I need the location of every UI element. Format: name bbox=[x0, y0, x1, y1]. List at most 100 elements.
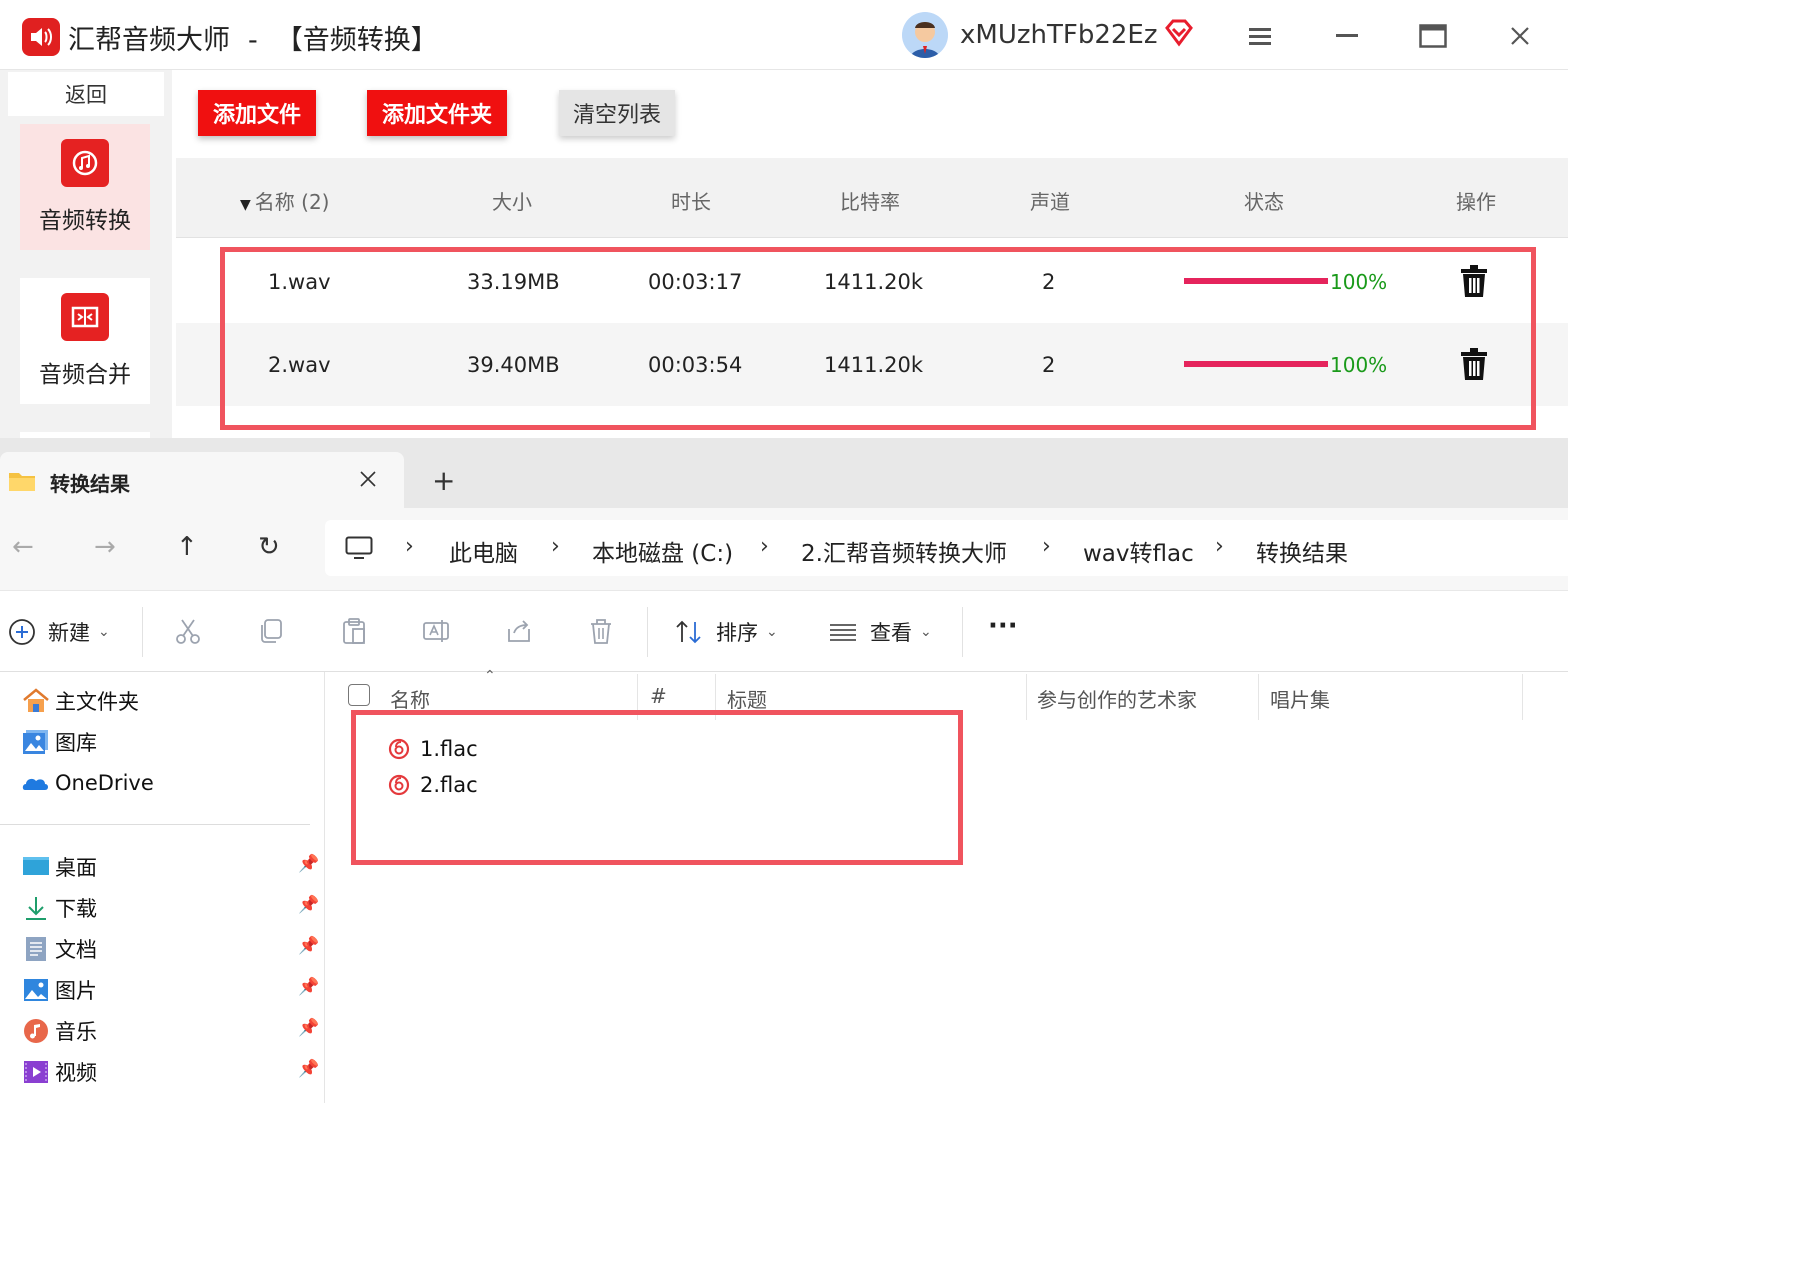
plus-circle-icon bbox=[9, 619, 35, 645]
pin-icon[interactable]: 📌 bbox=[298, 1059, 319, 1079]
share-icon[interactable] bbox=[505, 617, 533, 645]
nav-item-downloads[interactable]: 下载 bbox=[22, 893, 97, 923]
nav-item-home[interactable]: 主文件夹 bbox=[22, 686, 139, 716]
column-number-header[interactable]: # bbox=[650, 684, 667, 708]
pin-icon[interactable]: 📌 bbox=[298, 895, 319, 915]
sidebar: 返回 音频转换 音频合并 bbox=[0, 70, 172, 440]
clear-list-button[interactable]: 清空列表 bbox=[559, 90, 675, 136]
column-divider[interactable] bbox=[1026, 674, 1027, 720]
audio-merge-icon bbox=[61, 293, 109, 341]
column-title-header[interactable]: 标题 bbox=[727, 684, 767, 713]
minimize-icon[interactable] bbox=[1327, 20, 1367, 52]
view-button[interactable]: 查看 ⌄ bbox=[828, 617, 932, 647]
refresh-icon[interactable]: ↻ bbox=[258, 532, 280, 562]
nav-item-pictures[interactable]: 图片 bbox=[22, 975, 97, 1005]
back-button[interactable]: 返回 bbox=[8, 72, 164, 116]
breadcrumb-item[interactable]: 本地磁盘 (C:) bbox=[592, 534, 733, 568]
nav-label: OneDrive bbox=[55, 771, 154, 795]
breadcrumb-item[interactable]: wav转flac bbox=[1083, 534, 1194, 568]
column-artists-header[interactable]: 参与创作的艺术家 bbox=[1037, 684, 1197, 713]
divider bbox=[647, 607, 648, 657]
menu-icon[interactable] bbox=[1240, 20, 1280, 52]
music-icon bbox=[24, 1019, 48, 1043]
select-all-checkbox[interactable] bbox=[348, 684, 370, 706]
app-name: 汇帮音频大师 bbox=[68, 25, 230, 56]
new-button[interactable]: 新建 ⌄ bbox=[8, 617, 110, 647]
tab-bar: 转换结果 + bbox=[0, 438, 1568, 508]
nav-item-videos[interactable]: 视频 bbox=[22, 1057, 97, 1087]
close-icon[interactable] bbox=[1500, 20, 1540, 52]
column-name-header[interactable]: 名称 bbox=[390, 684, 430, 713]
pin-icon[interactable]: 📌 bbox=[298, 936, 319, 956]
column-album-header[interactable]: 唱片集 bbox=[1270, 684, 1330, 713]
column-divider[interactable] bbox=[1258, 674, 1259, 720]
divider bbox=[962, 607, 963, 657]
nav-item-gallery[interactable]: 图库 bbox=[22, 727, 97, 757]
onedrive-icon bbox=[22, 778, 48, 790]
up-arrow-icon[interactable]: ↑ bbox=[176, 532, 198, 562]
chevron-right-icon: › bbox=[405, 534, 414, 559]
download-icon bbox=[26, 897, 46, 920]
add-folder-button[interactable]: 添加文件夹 bbox=[367, 90, 507, 136]
title-separator: - bbox=[248, 25, 258, 56]
column-name-header[interactable]: ▼ 名称 (2) bbox=[240, 186, 329, 215]
sort-down-icon: ▼ bbox=[240, 197, 251, 213]
breadcrumb-item[interactable]: 2.汇帮音频转换大师 bbox=[801, 534, 1007, 568]
chevron-right-icon: › bbox=[760, 534, 769, 559]
nav-item-desktop[interactable]: 桌面 bbox=[22, 852, 97, 882]
navigation-bar: ← → ↑ ↻ › 此电脑 › 本地磁盘 (C:) › 2.汇帮音频转换大师 ›… bbox=[0, 508, 1568, 590]
column-divider[interactable] bbox=[1522, 674, 1523, 720]
new-label: 新建 bbox=[48, 621, 90, 645]
page-name: 【音频转换】 bbox=[275, 25, 438, 56]
chevron-down-icon: ⌄ bbox=[766, 624, 778, 640]
avatar[interactable] bbox=[902, 12, 948, 58]
username[interactable]: xMUzhTFb22Ez bbox=[960, 20, 1157, 50]
pictures-icon bbox=[24, 979, 48, 1001]
cut-icon[interactable] bbox=[174, 617, 202, 645]
tab-title: 转换结果 bbox=[50, 472, 130, 496]
breadcrumb-item[interactable]: 转换结果 bbox=[1256, 534, 1348, 568]
pin-icon[interactable]: 📌 bbox=[298, 854, 319, 874]
rename-icon[interactable] bbox=[422, 617, 450, 645]
forward-arrow-icon[interactable]: → bbox=[94, 532, 116, 562]
pin-icon[interactable]: 📌 bbox=[298, 1018, 319, 1038]
nav-label: 主文件夹 bbox=[55, 690, 139, 714]
view-label: 查看 bbox=[870, 621, 912, 645]
nav-item-documents[interactable]: 文档 bbox=[22, 934, 97, 964]
nav-item-music[interactable]: 音乐 bbox=[22, 1016, 97, 1046]
chevron-down-icon: ⌄ bbox=[98, 624, 110, 640]
navigation-pane: 主文件夹 图库 OneDrive 桌面 📌 下载 📌 文档 📌 图片 📌 音乐 … bbox=[0, 672, 325, 1103]
column-bitrate-header: 比特率 bbox=[840, 190, 900, 214]
sort-button[interactable]: 排序 ⌄ bbox=[674, 617, 778, 647]
highlight-box-converted-rows bbox=[220, 247, 1536, 430]
sidebar-item-audio-merge[interactable]: 音频合并 bbox=[20, 278, 150, 404]
sidebar-item-audio-convert[interactable]: 音频转换 bbox=[20, 124, 150, 250]
divider bbox=[0, 824, 310, 825]
nav-item-onedrive[interactable]: OneDrive bbox=[22, 768, 154, 798]
delete-icon[interactable] bbox=[587, 617, 615, 645]
chevron-right-icon: › bbox=[1042, 534, 1051, 559]
audio-convert-icon bbox=[61, 139, 109, 187]
back-arrow-icon[interactable]: ← bbox=[12, 532, 34, 562]
column-duration-header: 时长 bbox=[671, 190, 711, 214]
tab-conversion-results[interactable]: 转换结果 bbox=[0, 452, 404, 508]
breadcrumb-item[interactable]: 此电脑 bbox=[449, 534, 518, 568]
documents-icon bbox=[26, 937, 46, 961]
gallery-icon bbox=[23, 730, 48, 754]
close-tab-icon[interactable] bbox=[360, 471, 376, 487]
maximize-icon[interactable] bbox=[1413, 20, 1453, 52]
pin-icon[interactable]: 📌 bbox=[298, 977, 319, 997]
sidebar-item-label: 音频转换 bbox=[39, 208, 131, 234]
nav-label: 视频 bbox=[55, 1061, 97, 1085]
breadcrumb[interactable]: › 此电脑 › 本地磁盘 (C:) › 2.汇帮音频转换大师 › wav转fla… bbox=[325, 520, 1568, 576]
add-file-button[interactable]: 添加文件 bbox=[198, 90, 316, 136]
divider bbox=[142, 607, 143, 657]
paste-icon[interactable] bbox=[340, 617, 368, 645]
vip-diamond-icon[interactable] bbox=[1164, 18, 1194, 48]
sort-up-icon: ⌃ bbox=[484, 668, 496, 684]
copy-icon[interactable] bbox=[257, 617, 285, 645]
nav-label: 图库 bbox=[55, 731, 97, 755]
new-tab-button[interactable]: + bbox=[432, 464, 455, 497]
more-options-icon[interactable]: ··· bbox=[988, 611, 1018, 641]
view-list-icon bbox=[830, 624, 856, 641]
